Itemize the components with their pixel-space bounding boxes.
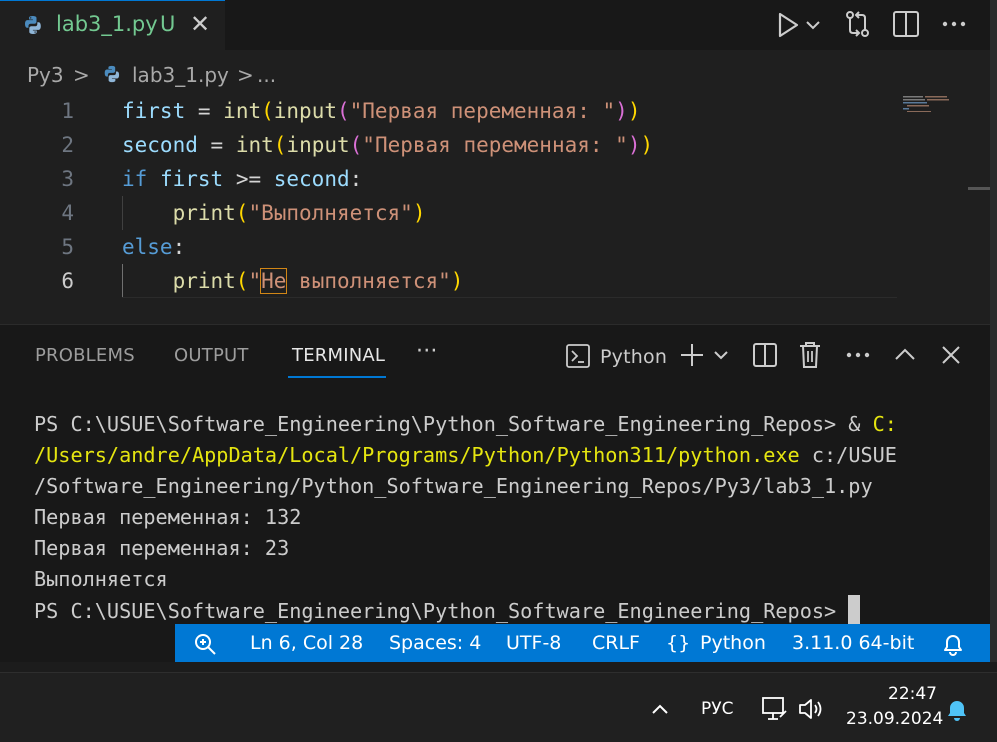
terminal-line: Выполняется	[34, 567, 168, 591]
breadcrumb-folder[interactable]: Py3	[27, 63, 64, 87]
clock-date[interactable]: 23.09.2024	[846, 709, 943, 729]
terminal-line: C:	[872, 412, 897, 436]
tab-output[interactable]: OUTPUT	[174, 345, 249, 366]
chevron-down-icon[interactable]	[802, 9, 824, 41]
status-bar: Ln 6, Col 28 Spaces: 4 UTF-8 CRLF {} Pyt…	[0, 624, 990, 662]
terminal-prompt: PS C:\USUE\Software_Engineering\Python_S…	[34, 599, 849, 623]
notification-bell-icon[interactable]	[944, 697, 970, 723]
panel-more-button[interactable]: ···	[416, 339, 438, 364]
language-mode[interactable]: Python	[700, 632, 766, 654]
window-edge	[990, 0, 997, 662]
terminal-line: Первая переменная: 23	[34, 536, 290, 560]
bell-icon[interactable]	[941, 631, 965, 657]
line-number: 1	[61, 99, 74, 123]
close-icon[interactable]: ✕	[190, 10, 210, 38]
active-tab-indicator	[288, 376, 386, 378]
add-terminal-icon[interactable]	[678, 341, 706, 369]
line-number: 5	[61, 235, 74, 259]
code-text: first = int(input("Первая переменная: ")…	[122, 99, 641, 123]
terminal-name[interactable]: Python	[600, 346, 667, 368]
indent-guide-active	[122, 264, 123, 298]
windows-taskbar: РУС 22:47 23.09.2024	[0, 672, 997, 742]
input-language[interactable]: РУС	[701, 699, 733, 719]
zoom-icon[interactable]	[192, 631, 218, 657]
code-line[interactable]: 1 first = int(input("Первая переменная: …	[0, 94, 900, 128]
line-number: 3	[61, 167, 74, 191]
chevron-up-icon[interactable]	[648, 697, 672, 721]
code-text: if first >= second:	[122, 167, 363, 191]
terminal-line: /Users/andre/AppData/Local/Programs/Pyth…	[34, 443, 800, 467]
terminal-icon	[566, 344, 590, 368]
breadcrumb-separator: >	[237, 63, 254, 87]
close-panel-icon[interactable]	[937, 341, 965, 369]
bottom-panel: PROBLEMS OUTPUT TERMINAL ··· Python PS C…	[0, 324, 997, 627]
minimap[interactable]	[903, 96, 973, 112]
python-interpreter[interactable]: 3.11.0 64-bit	[792, 632, 914, 654]
code-text: else:	[122, 235, 186, 259]
clock-time[interactable]: 22:47	[888, 684, 937, 704]
line-ending[interactable]: CRLF	[592, 632, 640, 654]
indentation[interactable]: Spaces: 4	[389, 632, 481, 654]
code-line-active[interactable]: 6 print("Не выполняется")	[0, 264, 900, 298]
terminal-cursor	[848, 595, 861, 625]
more-icon[interactable]	[844, 341, 872, 369]
tab-terminal[interactable]: TERMINAL	[292, 345, 385, 366]
status-bar-left	[0, 624, 175, 662]
split-editor-icon[interactable]	[890, 8, 922, 40]
terminal-line: PS C:\USUE\Software_Engineering\Python_S…	[34, 412, 873, 436]
chevron-down-icon[interactable]	[710, 343, 732, 367]
encoding[interactable]: UTF-8	[506, 632, 561, 654]
indent-guide	[122, 196, 123, 230]
trash-icon[interactable]	[797, 340, 823, 370]
code-editor[interactable]: 1 first = int(input("Первая переменная: …	[0, 94, 997, 324]
scrollbar-marker	[968, 187, 992, 190]
editor-divider	[122, 297, 897, 298]
braces-icon: {}	[666, 632, 691, 654]
source-control-compare-icon[interactable]	[842, 8, 874, 40]
code-line[interactable]: 2 second = int(input("Первая переменная:…	[0, 128, 900, 162]
cursor-position[interactable]: Ln 6, Col 28	[250, 632, 363, 654]
code-text: second = int(input("Первая переменная: "…	[122, 133, 654, 157]
terminal-line: /Software_Engineering/Python_Software_En…	[34, 474, 873, 498]
python-file-icon	[104, 65, 120, 83]
terminal-line: c:/USUE	[799, 443, 897, 467]
code-text: print("Выполняется")	[172, 201, 426, 225]
split-terminal-icon[interactable]	[752, 341, 778, 369]
breadcrumb-separator: >	[73, 63, 90, 87]
breadcrumb: Py3 > lab3_1.py > ...	[0, 50, 997, 94]
python-file-icon	[25, 16, 41, 34]
more-icon[interactable]	[938, 8, 970, 40]
untracked-badge: U	[160, 12, 176, 36]
maximize-panel-icon[interactable]	[891, 341, 919, 369]
speaker-icon[interactable]	[797, 695, 825, 723]
code-line[interactable]: 3 if first >= second:	[0, 162, 900, 196]
code-line[interactable]: 5 else:	[0, 230, 900, 264]
tab-filename: lab3_1.py	[56, 12, 158, 36]
run-icon[interactable]	[772, 9, 804, 41]
line-number: 2	[61, 133, 74, 157]
network-icon[interactable]	[760, 695, 788, 723]
breadcrumb-file[interactable]: lab3_1.py	[132, 63, 229, 87]
editor-tab-lab3[interactable]: lab3_1.py U ✕	[0, 0, 225, 50]
tab-problems[interactable]: PROBLEMS	[35, 345, 135, 366]
breadcrumb-symbols[interactable]: ...	[257, 63, 276, 87]
desktop-gap	[0, 662, 997, 672]
line-number: 6	[61, 269, 74, 293]
terminal-output[interactable]: PS C:\USUE\Software_Engineering\Python_S…	[34, 409, 897, 627]
editor-tab-bar: lab3_1.py U ✕	[0, 0, 997, 50]
line-number: 4	[61, 201, 74, 225]
terminal-line: Первая переменная: 132	[34, 505, 302, 529]
code-line[interactable]: 4 print("Выполняется")	[0, 196, 900, 230]
code-text: print("Не выполняется")	[172, 268, 464, 294]
